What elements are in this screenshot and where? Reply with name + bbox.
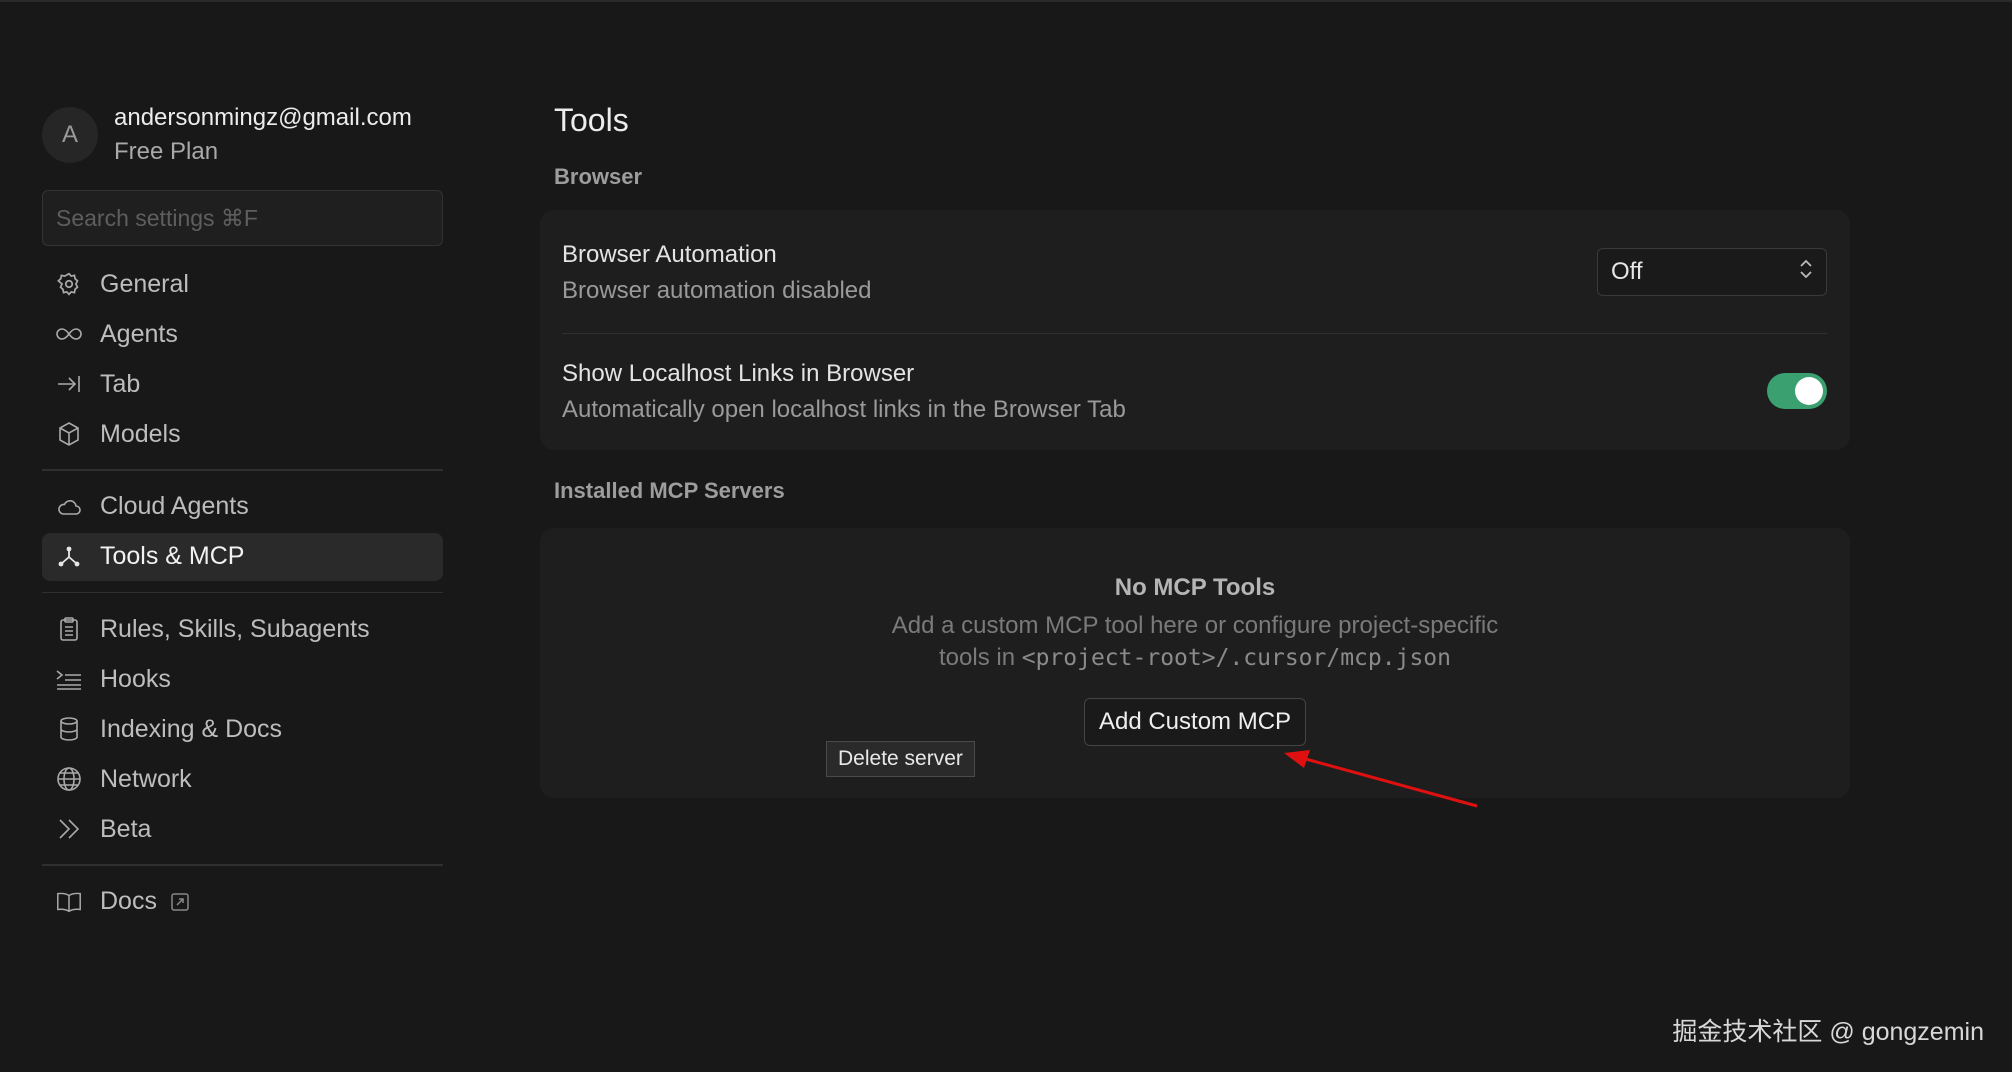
sidebar-item-label: Rules, Skills, Subagents [100,614,370,643]
sidebar-item-label: Tools & MCP [100,542,245,570]
empty-state-desc-prefix: tools in [939,644,1022,671]
sidebar-item-label: Agents [100,319,178,348]
sidebar-item-label: Cloud Agents [100,492,249,520]
sidebar-item-general[interactable]: General [42,260,443,308]
empty-state-desc: Add a custom MCP tool here or configure … [892,610,1499,674]
mcp-config-path: <project-root>/.cursor/mcp.json [1021,645,1451,671]
localhost-links-desc: Automatically open localhost links in th… [562,396,1126,423]
sidebar-nav: General Agents Tab Models Cloud Agents T… [42,260,443,926]
book-icon [55,888,83,916]
browser-automation-select[interactable]: Off [1597,247,1827,296]
sidebar-item-label: Models [100,419,181,448]
watermark: 掘金技术社区 @ gongzemin [1672,1018,1984,1046]
sidebar-item-label: Beta [100,814,152,843]
clipboard-icon [55,615,83,643]
sidebar-item-tab[interactable]: Tab [42,360,443,408]
empty-state-desc-line1: Add a custom MCP tool here or configure … [891,612,1499,639]
sidebar-item-rules[interactable]: Rules, Skills, Subagents [42,605,443,653]
avatar[interactable]: A [42,107,98,163]
sidebar-item-cloud-agents[interactable]: Cloud Agents [42,483,443,531]
sidebar-item-label: General [100,269,189,298]
sidebar-item-label: Indexing & Docs [100,714,283,743]
annotation-arrow [1284,750,1478,808]
tools-node-icon [55,543,83,571]
page-title: Tools [554,102,629,138]
select-value: Off [1611,257,1643,285]
sidebar-item-models[interactable]: Models [42,410,443,458]
sidebar-item-label: Network [100,764,192,793]
chevron-up-down-icon [1798,256,1814,287]
gear-icon [55,270,83,298]
browser-automation-text: Browser Automation Browser automation di… [562,236,872,308]
browser-automation-title: Browser Automation [562,240,777,268]
mcp-servers-card: No MCP Tools Add a custom MCP tool here … [540,528,1850,798]
sidebar-divider [42,469,443,471]
sidebar-item-docs[interactable]: Docs [42,878,443,926]
settings-main: Tools Browser Browser Automation Browser… [540,96,1850,798]
sidebar-item-beta[interactable]: Beta [42,805,443,853]
search-box[interactable] [42,190,443,246]
profile-section: A andersonmingz@gmail.com Free Plan [42,100,443,170]
sidebar-item-indexing-docs[interactable]: Indexing & Docs [42,705,443,753]
sidebar-item-label: Hooks [100,664,171,693]
external-link-icon [171,892,189,911]
localhost-links-row: Show Localhost Links in Browser Automati… [562,334,1827,448]
database-icon [55,715,83,743]
browser-settings-card: Browser Automation Browser automation di… [540,210,1850,450]
sidebar-item-network[interactable]: Network [42,755,443,803]
section-title-mcp: Installed MCP Servers [554,478,785,503]
localhost-links-title: Show Localhost Links in Browser [562,360,915,387]
toggle-knob [1795,377,1823,405]
add-custom-mcp-button[interactable]: Add Custom MCP [1083,698,1307,746]
profile-plan: Free Plan [114,138,219,165]
localhost-links-toggle[interactable] [1767,373,1827,409]
sidebar-item-hooks[interactable]: Hooks [42,655,443,703]
hooks-list-icon [55,665,83,693]
sidebar-item-tools-mcp[interactable]: Tools & MCP [42,532,443,581]
double-chevron-icon [55,815,83,843]
empty-state-title: No MCP Tools [1114,574,1276,601]
delete-server-tooltip: Delete server [826,741,975,777]
settings-sidebar: A andersonmingz@gmail.com Free Plan Gene… [42,100,443,928]
section-title-browser: Browser [554,164,643,189]
sidebar-item-label: Tab [100,369,141,398]
globe-icon [55,765,83,793]
infinity-icon [55,320,83,348]
browser-automation-row: Browser Automation Browser automation di… [562,210,1827,334]
cube-icon [55,420,83,448]
arrow-to-line-icon [55,370,83,398]
profile-text: andersonmingz@gmail.com Free Plan [114,101,412,169]
localhost-links-text: Show Localhost Links in Browser Automati… [562,355,1126,427]
sidebar-item-label: Docs [100,887,157,915]
empty-state-desc-line2: tools in <project-root>/.cursor/mcp.json [892,642,1499,674]
sidebar-divider [42,591,443,593]
sidebar-divider [42,864,443,866]
cloud-icon [55,493,83,521]
window-top-border [0,0,2012,2]
sidebar-item-agents[interactable]: Agents [42,310,443,358]
browser-automation-desc: Browser automation disabled [562,276,872,304]
profile-email: andersonmingz@gmail.com [114,104,412,131]
search-input[interactable] [56,204,442,232]
